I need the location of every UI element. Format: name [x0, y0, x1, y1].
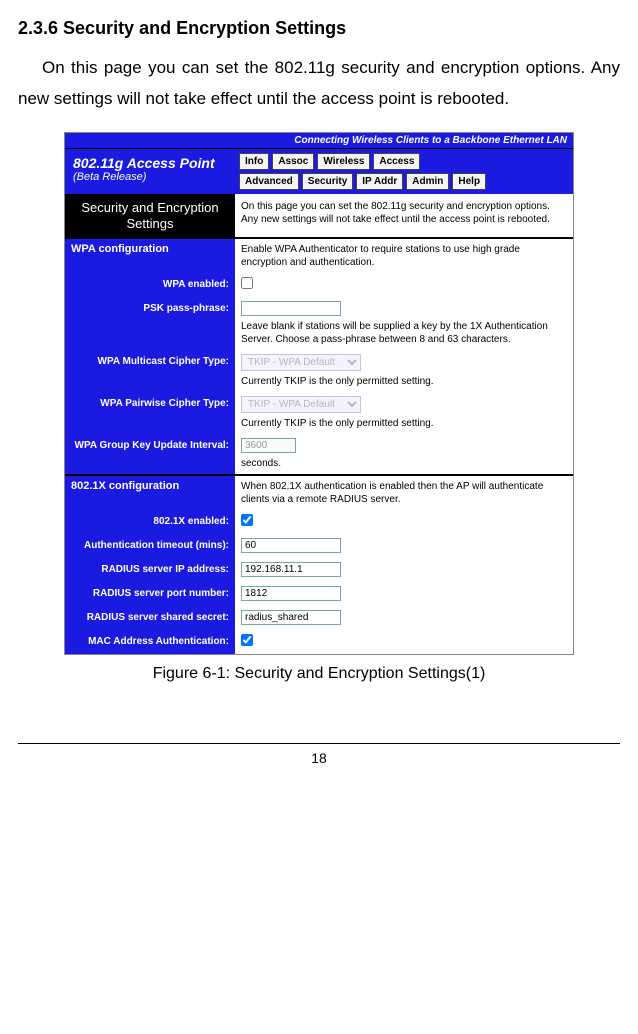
radius-port-label: RADIUS server port number: [65, 582, 235, 606]
psk-label: PSK pass-phrase: [65, 297, 235, 350]
psk-input[interactable] [241, 301, 341, 316]
mcast-cipher-select[interactable]: TKIP - WPA Default [241, 354, 361, 371]
pairwise-cipher-select[interactable]: TKIP - WPA Default [241, 396, 361, 413]
wpa-enabled-label: WPA enabled: [65, 273, 235, 297]
auth-timeout-input[interactable] [241, 538, 341, 553]
tab-access[interactable]: Access [373, 153, 420, 170]
gkupdate-input[interactable] [241, 438, 296, 453]
radius-ip-input[interactable] [241, 562, 341, 577]
page-number: 18 [0, 750, 638, 766]
settings-description: On this page you can set the 802.11g sec… [235, 194, 573, 237]
intro-paragraph: On this page you can set the 802.11g sec… [18, 53, 620, 114]
banner-text: Connecting Wireless Clients to a Backbon… [65, 133, 573, 149]
radius-secret-label: RADIUS server shared secret: [65, 606, 235, 630]
mac-auth-checkbox[interactable] [241, 634, 253, 646]
section-heading: 2.3.6 Security and Encryption Settings [18, 18, 620, 39]
tab-row-1: Info Assoc Wireless Access [239, 153, 569, 170]
footer-rule [18, 743, 620, 744]
pairwise-help: Currently TKIP is the only permitted set… [241, 417, 567, 430]
tab-security[interactable]: Security [302, 173, 353, 190]
wpa-section-desc: Enable WPA Authenticator to require stat… [235, 239, 573, 273]
dot1x-enabled-label: 802.1X enabled: [65, 510, 235, 534]
tab-ipaddr[interactable]: IP Addr [356, 173, 403, 190]
pairwise-cipher-label: WPA Pairwise Cipher Type: [65, 392, 235, 434]
product-header: 802.11g Access Point (Beta Release) [65, 149, 235, 194]
radius-secret-input[interactable] [241, 610, 341, 625]
gkupdate-label: WPA Group Key Update Interval: [65, 434, 235, 474]
wpa-section-title: WPA configuration [65, 239, 235, 273]
mcast-help: Currently TKIP is the only permitted set… [241, 375, 567, 388]
tab-info[interactable]: Info [239, 153, 269, 170]
gkupdate-help: seconds. [241, 457, 567, 470]
product-subtitle: (Beta Release) [73, 171, 227, 183]
tab-advanced[interactable]: Advanced [239, 173, 299, 190]
radius-port-input[interactable] [241, 586, 341, 601]
tab-wireless[interactable]: Wireless [317, 153, 370, 170]
wpa-enabled-checkbox[interactable] [241, 277, 253, 289]
tab-row-2: Advanced Security IP Addr Admin Help [239, 173, 569, 190]
product-title: 802.11g Access Point [73, 155, 227, 171]
dot1x-section-desc: When 802.1X authentication is enabled th… [235, 476, 573, 510]
settings-title: Security and EncryptionSettings [65, 194, 235, 237]
tab-admin[interactable]: Admin [406, 173, 449, 190]
figure-caption: Figure 6-1: Security and Encryption Sett… [18, 665, 620, 683]
mcast-cipher-label: WPA Multicast Cipher Type: [65, 350, 235, 392]
dot1x-section-title: 802.1X configuration [65, 476, 235, 510]
auth-timeout-label: Authentication timeout (mins): [65, 534, 235, 558]
radius-ip-label: RADIUS server IP address: [65, 558, 235, 582]
settings-screenshot: Connecting Wireless Clients to a Backbon… [64, 132, 574, 655]
tab-assoc[interactable]: Assoc [272, 153, 314, 170]
dot1x-enabled-checkbox[interactable] [241, 514, 253, 526]
tab-help[interactable]: Help [452, 173, 486, 190]
psk-help: Leave blank if stations will be supplied… [241, 320, 567, 346]
mac-auth-label: MAC Address Authentication: [65, 630, 235, 654]
